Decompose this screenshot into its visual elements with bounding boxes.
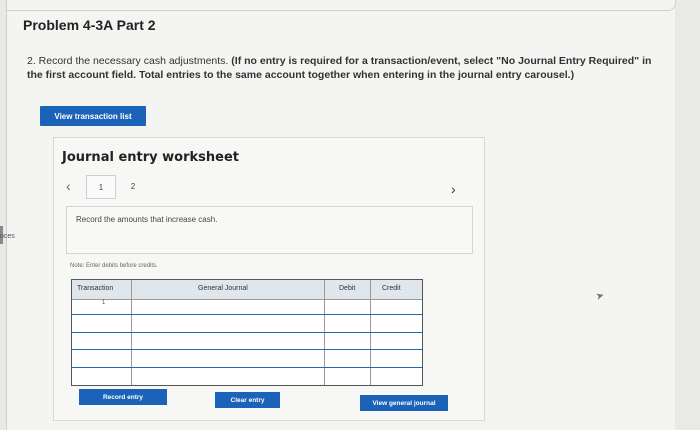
page-title: Problem 4-3A Part 2 (23, 17, 156, 33)
clear-entry-button[interactable]: Clear entry (215, 392, 280, 408)
entry-prompt-box: Record the amounts that increase cash. (66, 206, 473, 254)
table-row[interactable] (72, 349, 422, 350)
tab-entry-2[interactable]: 2 (119, 175, 147, 197)
mouse-cursor-icon: ➤ (594, 290, 606, 303)
journal-table: Transaction General Journal Debit Credit… (71, 279, 423, 386)
entry-prompt-text: Record the amounts that increase cash. (76, 215, 218, 224)
row-number: 1 (102, 300, 106, 306)
chevron-left-icon[interactable]: ‹ (66, 178, 71, 194)
record-entry-button[interactable]: Record entry (79, 389, 167, 405)
view-transaction-list-button[interactable]: View transaction list (40, 106, 146, 126)
table-row[interactable] (72, 314, 422, 315)
col-header-general-journal: General Journal (198, 285, 248, 292)
table-row[interactable] (72, 332, 422, 333)
col-header-debit: Debit (339, 285, 356, 292)
note-text: Note: Enter debits before credits. (70, 263, 158, 269)
view-general-journal-button[interactable]: View general journal (360, 395, 448, 411)
worksheet-title: Journal entry worksheet (62, 150, 239, 165)
journal-entry-worksheet: Journal entry worksheet ‹ 1 2 › Record t… (53, 137, 485, 421)
problem-panel: Problem 4-3A Part 2 2. Record the necess… (6, 0, 676, 430)
chevron-right-icon[interactable]: › (451, 181, 456, 197)
col-header-transaction: Transaction (77, 285, 114, 292)
tab-entry-1[interactable]: 1 (86, 175, 116, 199)
side-text-fragment: nces (0, 233, 15, 240)
col-header-credit: Credit (382, 285, 401, 292)
instruction-prefix: 2. Record the necessary cash adjustments… (27, 55, 229, 67)
instruction-text: 2. Record the necessary cash adjustments… (27, 54, 667, 82)
table-row[interactable] (72, 367, 422, 368)
top-frame-border (7, 0, 676, 11)
